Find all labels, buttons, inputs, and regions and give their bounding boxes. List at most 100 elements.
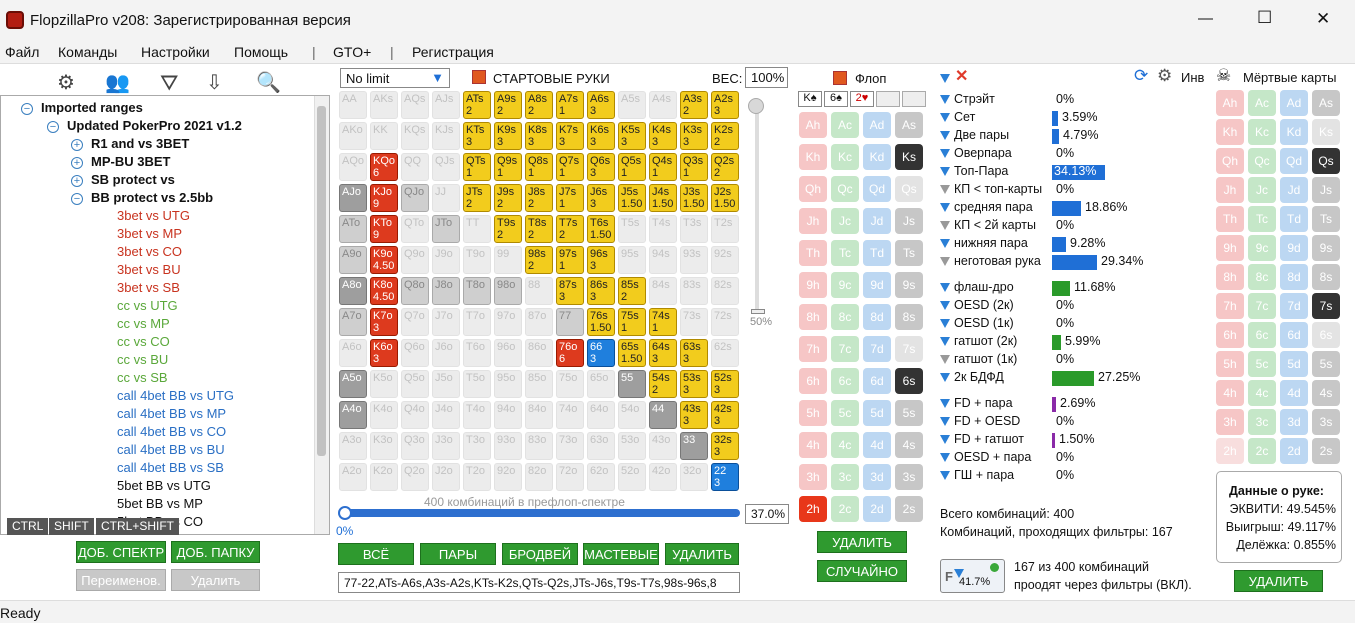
stat-row[interactable]: КП < топ-карты <box>940 182 1042 196</box>
hand-cell[interactable]: T4s <box>649 215 677 243</box>
card-2d[interactable]: 2d <box>863 496 891 522</box>
tree-item[interactable]: R1 and vs 3BET <box>91 136 189 151</box>
hand-cell[interactable]: J9s 2 <box>494 184 522 212</box>
clear-range-button[interactable]: УДАЛИТЬ <box>665 543 739 565</box>
hand-cell[interactable]: J9o <box>432 246 460 274</box>
hand-cell[interactable]: J6o <box>432 339 460 367</box>
card-3c[interactable]: 3c <box>1248 409 1276 435</box>
select-all-button[interactable]: ВСЁ <box>338 543 414 565</box>
hand-cell[interactable]: Q9s 1 <box>494 153 522 181</box>
menu-gto[interactable]: GTO+ <box>333 44 371 60</box>
hand-cell[interactable]: A7s 1 <box>556 91 584 119</box>
hand-cell[interactable]: 72o <box>556 463 584 491</box>
hand-cell[interactable]: AJo <box>339 184 367 212</box>
hand-cell[interactable]: JTo <box>432 215 460 243</box>
card-Jc[interactable]: Jc <box>831 208 859 234</box>
stat-row[interactable]: 2к БДФД <box>940 370 1004 384</box>
card-6d[interactable]: 6d <box>1280 322 1308 348</box>
hand-cell[interactable]: KJs <box>432 122 460 150</box>
hand-cell[interactable]: 66 3 <box>587 339 615 367</box>
card-2c[interactable]: 2c <box>831 496 859 522</box>
card-Qh[interactable]: Qh <box>799 176 827 202</box>
stat-row[interactable]: гатшот (1к) <box>940 352 1017 366</box>
card-5s[interactable]: 5s <box>1312 351 1340 377</box>
card-9s[interactable]: 9s <box>895 272 923 298</box>
hand-cell[interactable]: Q5o <box>401 370 429 398</box>
card-3d[interactable]: 3d <box>863 464 891 490</box>
hand-cell[interactable]: K6o 3 <box>370 339 398 367</box>
card-8h[interactable]: 8h <box>799 304 827 330</box>
hand-cell[interactable]: 92o <box>494 463 522 491</box>
hand-cell[interactable]: 73s <box>680 308 708 336</box>
hand-cell[interactable]: KTs 3 <box>463 122 491 150</box>
card-6s[interactable]: 6s <box>895 368 923 394</box>
card-Td[interactable]: Td <box>1280 206 1308 232</box>
hand-cell[interactable]: 76o 6 <box>556 339 584 367</box>
hand-cell[interactable]: Q2s 2 <box>711 153 739 181</box>
hand-cell[interactable]: 88 <box>525 277 553 305</box>
hand-cell[interactable]: K8s 3 <box>525 122 553 150</box>
hand-cell[interactable]: 63o <box>587 432 615 460</box>
stat-row[interactable]: средняя пара <box>940 200 1033 214</box>
hand-cell[interactable]: A4o <box>339 401 367 429</box>
card-Jc[interactable]: Jc <box>1248 177 1276 203</box>
hand-cell[interactable]: 74o <box>556 401 584 429</box>
card-8c[interactable]: 8c <box>1248 264 1276 290</box>
hand-cell[interactable]: 64o <box>587 401 615 429</box>
hand-cell[interactable]: Q2o <box>401 463 429 491</box>
hand-cell[interactable]: 95s <box>618 246 646 274</box>
hand-cell[interactable]: KJo 9 <box>370 184 398 212</box>
card-5d[interactable]: 5d <box>1280 351 1308 377</box>
card-Ks[interactable]: Ks <box>1312 119 1340 145</box>
hand-cell[interactable]: 94o <box>494 401 522 429</box>
card-2h[interactable]: 2h <box>1216 438 1244 464</box>
hand-cell[interactable]: 32o <box>680 463 708 491</box>
hand-cell[interactable]: J8o <box>432 277 460 305</box>
stat-row[interactable]: нижняя пара <box>940 236 1028 250</box>
card-9c[interactable]: 9c <box>1248 235 1276 261</box>
hand-cell[interactable]: Q8o <box>401 277 429 305</box>
card-4h[interactable]: 4h <box>1216 380 1244 406</box>
card-8c[interactable]: 8c <box>831 304 859 330</box>
stat-row[interactable]: флаш-дро <box>940 280 1014 294</box>
hand-cell[interactable]: J7s 1 <box>556 184 584 212</box>
hand-cell[interactable]: 97o <box>494 308 522 336</box>
hand-cell[interactable]: A2s 3 <box>711 91 739 119</box>
card-Ah[interactable]: Ah <box>1216 90 1244 116</box>
hand-cell[interactable]: 43s 3 <box>680 401 708 429</box>
stat-row[interactable]: Стрэйт <box>940 92 995 106</box>
card-Th[interactable]: Th <box>799 240 827 266</box>
hand-cell[interactable]: T7o <box>463 308 491 336</box>
card-Ad[interactable]: Ad <box>1280 90 1308 116</box>
card-Kc[interactable]: Kc <box>831 144 859 170</box>
hand-cell[interactable]: T6o <box>463 339 491 367</box>
clear-filter-icon[interactable]: ✕ <box>955 66 968 86</box>
hand-cell[interactable]: 87s 3 <box>556 277 584 305</box>
search-icon[interactable]: 🔍 <box>256 70 281 95</box>
hand-cell[interactable]: 98s 2 <box>525 246 553 274</box>
hand-cell[interactable]: K3o <box>370 432 398 460</box>
card-Kd[interactable]: Kd <box>1280 119 1308 145</box>
tree-item[interactable]: Updated PokerPro 2021 v1.2 <box>67 118 242 133</box>
tree-item[interactable]: 5bet BB vs MP <box>117 496 203 511</box>
hand-cell[interactable]: QQ <box>401 153 429 181</box>
funnel-icon[interactable] <box>940 373 950 383</box>
card-7c[interactable]: 7c <box>1248 293 1276 319</box>
hand-cell[interactable]: 54s 2 <box>649 370 677 398</box>
hand-cell[interactable]: T3o <box>463 432 491 460</box>
tree-toggle-icon[interactable]: − <box>47 121 59 133</box>
hand-cell[interactable]: ATs 2 <box>463 91 491 119</box>
menu-settings[interactable]: Настройки <box>141 44 210 60</box>
card-3s[interactable]: 3s <box>895 464 923 490</box>
card-9s[interactable]: 9s <box>1312 235 1340 261</box>
hand-cell[interactable]: Q4o <box>401 401 429 429</box>
weight-slider-track[interactable] <box>755 100 759 310</box>
hand-cell[interactable]: Q3o <box>401 432 429 460</box>
hand-cell[interactable]: ATo <box>339 215 367 243</box>
funnel-icon[interactable] <box>940 257 950 267</box>
hand-cell[interactable]: A5s <box>618 91 646 119</box>
funnel-icon[interactable] <box>940 471 950 481</box>
tree-item[interactable]: 3bet vs CO <box>117 244 182 259</box>
hand-cell[interactable]: A4s <box>649 91 677 119</box>
hand-cell[interactable]: 93s <box>680 246 708 274</box>
